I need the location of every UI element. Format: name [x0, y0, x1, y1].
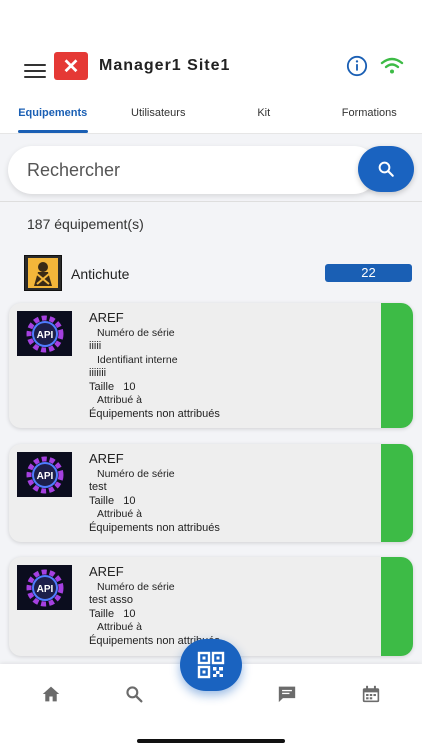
wifi-icon	[380, 57, 404, 74]
serial-label: Numéro de série	[97, 580, 175, 593]
svg-text:API: API	[36, 584, 53, 595]
tab-bar: Equipements Utilisateurs Kit Formations	[0, 96, 422, 134]
assigned-value: Équipements non attribués	[89, 521, 220, 534]
internal-id-label: Identifiant interne	[97, 353, 178, 366]
assigned-label: Attribué à	[97, 394, 142, 406]
assigned-label: Attribué à	[97, 508, 142, 520]
card-name: AREF	[89, 310, 124, 325]
search-icon[interactable]	[124, 685, 144, 703]
category-row-antichute[interactable]: Antichute 22	[24, 255, 412, 291]
card-name: AREF	[89, 451, 124, 466]
tab-kit[interactable]: Kit	[211, 96, 317, 133]
category-label: Antichute	[71, 266, 130, 282]
card-details: AREF Numéro de série iiiii Identifiant i…	[89, 311, 220, 421]
page-title: Manager1 Site1	[99, 57, 231, 74]
close-x-icon: ✕	[54, 52, 88, 80]
serial-value: test	[89, 481, 107, 493]
api-gear-icon: API	[17, 452, 72, 497]
calendar-icon[interactable]	[361, 685, 381, 703]
search-bar	[8, 146, 414, 194]
serial-label: Numéro de série	[97, 326, 175, 339]
home-icon[interactable]	[41, 685, 61, 703]
assigned-value: Équipements non attribués	[89, 407, 220, 420]
svg-text:API: API	[36, 471, 53, 482]
card-details: AREF Numéro de série test asso Taille 10…	[89, 565, 220, 648]
harness-icon	[24, 255, 62, 291]
svg-text:API: API	[36, 330, 53, 341]
search-input[interactable]	[8, 146, 378, 194]
size-value: 10	[123, 494, 136, 507]
size-row: Taille 10	[89, 608, 220, 622]
size-value: 10	[123, 607, 136, 620]
status-stripe	[381, 444, 413, 542]
tab-formations[interactable]: Formations	[317, 96, 422, 133]
size-label: Taille	[89, 607, 115, 620]
search-field-container	[8, 146, 378, 194]
card-name: AREF	[89, 564, 124, 579]
qr-code-icon	[197, 651, 225, 679]
api-gear-icon: API	[17, 565, 72, 610]
home-indicator	[137, 739, 285, 743]
equipment-count: 187 équipement(s)	[27, 216, 144, 232]
serial-value: test asso	[89, 594, 134, 606]
api-gear-icon: API	[17, 311, 72, 356]
assigned-label: Attribué à	[97, 621, 142, 633]
info-icon[interactable]	[346, 55, 368, 77]
tab-equipements[interactable]: Equipements	[0, 96, 106, 133]
status-stripe	[381, 557, 413, 656]
tab-utilisateurs[interactable]: Utilisateurs	[106, 96, 212, 133]
chat-icon[interactable]	[277, 685, 297, 703]
size-label: Taille	[89, 494, 115, 507]
status-stripe	[381, 303, 413, 428]
equipment-card[interactable]: API AREF Numéro de série test Taille 10 …	[9, 444, 413, 542]
hamburger-menu-icon[interactable]	[24, 64, 46, 78]
app-header: ✕ Manager1 Site1	[0, 0, 422, 96]
search-icon	[378, 161, 394, 177]
category-count-badge: 22	[325, 264, 412, 282]
search-button[interactable]	[358, 146, 414, 192]
divider	[0, 201, 422, 202]
internal-id-value: iiiiiii	[89, 367, 107, 379]
size-label: Taille	[89, 380, 115, 393]
serial-value: iiiii	[89, 340, 102, 352]
serial-label: Numéro de série	[97, 467, 175, 480]
equipment-list-area[interactable]: 187 équipement(s) Antichute 22 API AREF …	[0, 134, 422, 664]
size-value: 10	[123, 380, 136, 393]
card-details: AREF Numéro de série test Taille 10 Attr…	[89, 452, 220, 535]
size-row: Taille 10	[89, 495, 220, 509]
size-row: Taille 10	[89, 381, 220, 395]
qr-scan-button[interactable]	[180, 639, 242, 691]
equipment-card[interactable]: API AREF Numéro de série iiiii Identifia…	[9, 303, 413, 428]
